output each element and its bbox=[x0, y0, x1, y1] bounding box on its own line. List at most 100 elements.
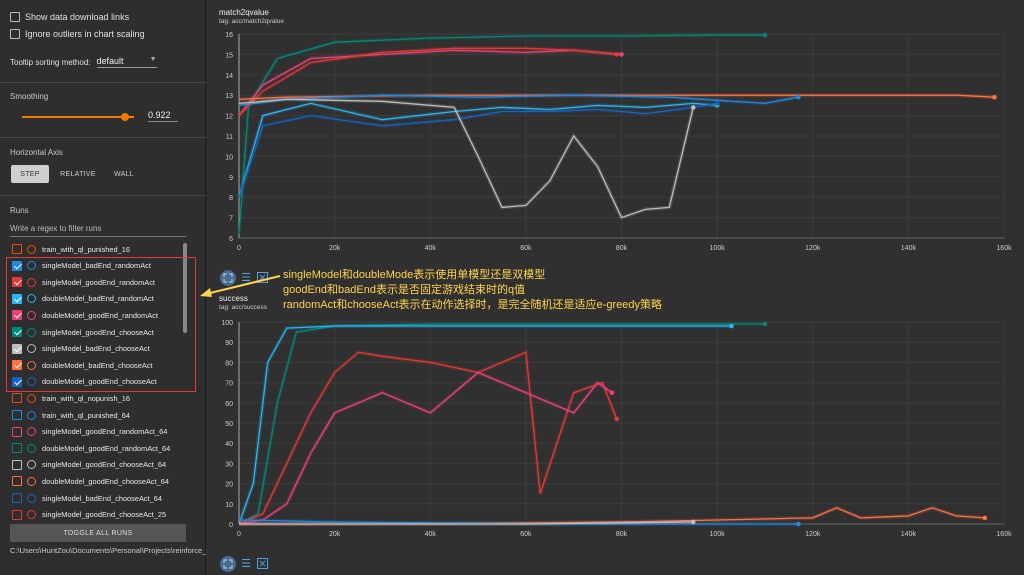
annotation-text: singleModel和doubleMode表示使用单模型还是双模型 goodE… bbox=[283, 268, 662, 313]
series-raw-line bbox=[237, 101, 718, 198]
run-item[interactable]: train_with_ql_nopunish_16 bbox=[12, 391, 130, 405]
x-tick-label: 100k bbox=[710, 531, 726, 538]
x-tick-label: 60k bbox=[520, 531, 532, 538]
chart2-tag: tag: acc/success bbox=[219, 304, 268, 311]
chart-match2qvalue[interactable]: 6 7 8 9 10 11 12 13 14 15 16 0 20k 40k 60k 80k 100k 120k 1… bbox=[207, 26, 1024, 270]
run-item[interactable]: singleModel_goodEnd_chooseAct_64 bbox=[12, 458, 166, 472]
y-tick-label: 80 bbox=[225, 360, 233, 367]
series-raw-line bbox=[237, 324, 732, 525]
highlight-box bbox=[6, 257, 196, 392]
run-checkbox[interactable] bbox=[12, 459, 22, 470]
x-tick-label: 60k bbox=[520, 245, 532, 252]
x-tick-label: 80k bbox=[616, 531, 628, 538]
smoothing-slider-track[interactable] bbox=[22, 116, 134, 118]
x-tick-label: 160k bbox=[996, 531, 1012, 538]
y-tick-label: 8 bbox=[229, 195, 233, 202]
y-tick-label: 13 bbox=[225, 93, 233, 100]
x-tick-label: 80k bbox=[616, 245, 628, 252]
run-item[interactable]: train_with_ql_punished_16 bbox=[12, 242, 130, 256]
y-tick-label: 0 bbox=[229, 522, 233, 529]
series-raw-line bbox=[238, 349, 619, 526]
run-name: doubleModel_goodEnd_randomAct_64 bbox=[42, 443, 171, 453]
run-name: singleModel_goodEnd_randomAct_64 bbox=[42, 427, 168, 437]
x-tick-label: 0 bbox=[237, 531, 241, 538]
x-tick-label: 40k bbox=[425, 245, 437, 252]
y-tick-label: 12 bbox=[225, 114, 233, 121]
sidebar: Show data download links Ignore outliers… bbox=[0, 0, 237, 575]
run-color-icon[interactable] bbox=[27, 443, 36, 453]
run-name: singleModel_badEnd_chooseAct_64 bbox=[42, 493, 162, 503]
list-icon[interactable]: ☰ bbox=[240, 558, 252, 570]
run-item[interactable]: doubleModel_goodEnd_randomAct_64 bbox=[12, 441, 170, 455]
x-tick-label: 120k bbox=[805, 245, 821, 252]
divider bbox=[0, 82, 206, 83]
logdir-path: C:\Users\HuntZou\Documents\Personal\Proj… bbox=[10, 546, 237, 555]
horizontal-axis-label: Horizontal Axis bbox=[10, 148, 63, 157]
x-tick-label: 160k bbox=[996, 245, 1012, 252]
series-end-point bbox=[982, 515, 988, 521]
y-tick-label: 15 bbox=[225, 52, 233, 59]
y-tick-label: 14 bbox=[225, 73, 233, 80]
y-tick-label: 30 bbox=[225, 461, 233, 468]
series-end-point bbox=[690, 519, 696, 525]
run-checkbox[interactable] bbox=[12, 509, 22, 520]
run-name: train_with_ql_punished_64 bbox=[42, 410, 130, 420]
y-tick-label: 20 bbox=[225, 482, 233, 489]
run-checkbox[interactable] bbox=[12, 426, 22, 437]
run-color-icon[interactable] bbox=[27, 476, 36, 486]
run-item[interactable]: singleModel_goodEnd_chooseAct_25 bbox=[12, 508, 166, 522]
tooltip-sorting-label: Tooltip sorting method: bbox=[10, 57, 91, 67]
tooltip-sorting-select[interactable]: default ▼ bbox=[96, 56, 157, 68]
smoothing-value-input[interactable]: 0.922 bbox=[148, 110, 178, 122]
run-name: singleModel_goodEnd_chooseAct_25 bbox=[42, 510, 167, 520]
run-color-icon[interactable] bbox=[27, 510, 36, 520]
run-checkbox[interactable] bbox=[12, 393, 22, 404]
x-tick-label: 120k bbox=[805, 531, 821, 538]
series-end-point bbox=[796, 94, 801, 100]
series-end-point bbox=[619, 52, 624, 57]
run-checkbox[interactable] bbox=[12, 244, 22, 254]
run-item[interactable]: doubleModel_goodEnd_chooseAct_64 bbox=[12, 474, 169, 488]
runs-filter-input[interactable]: Write a regex to filter runs bbox=[10, 224, 186, 237]
chart1-title: match2qvalue bbox=[219, 8, 269, 17]
run-checkbox[interactable] bbox=[12, 443, 22, 454]
axis-relative-button[interactable]: RELATIVE bbox=[56, 165, 100, 183]
run-name: singleModel_goodEnd_chooseAct_64 bbox=[42, 460, 167, 470]
divider bbox=[0, 195, 206, 196]
run-item[interactable]: train_with_ql_punished_64 bbox=[12, 408, 130, 422]
x-tick-label: 20k bbox=[329, 531, 341, 538]
axis-step-button[interactable]: STEP bbox=[11, 165, 49, 183]
y-tick-label: 10 bbox=[225, 154, 233, 161]
toggle-all-runs-button[interactable]: TOGGLE ALL RUNS bbox=[10, 524, 186, 542]
ignore-outliers-label: Ignore outliers in chart scaling bbox=[25, 29, 145, 39]
run-color-icon[interactable] bbox=[27, 410, 36, 420]
ignore-outliers-checkbox[interactable] bbox=[10, 29, 20, 39]
smoothing-slider-thumb[interactable] bbox=[121, 113, 130, 121]
run-color-icon[interactable] bbox=[27, 393, 36, 403]
run-checkbox[interactable] bbox=[12, 476, 22, 487]
y-tick-label: 6 bbox=[229, 236, 233, 243]
show-download-links-option[interactable]: Show data download links bbox=[10, 12, 129, 22]
expand-icon[interactable] bbox=[220, 556, 236, 572]
y-tick-label: 50 bbox=[225, 421, 233, 428]
y-tick-label: 9 bbox=[229, 175, 233, 182]
axis-wall-button[interactable]: WALL bbox=[107, 165, 141, 183]
run-color-icon[interactable] bbox=[27, 244, 36, 254]
series-raw-line bbox=[238, 322, 765, 526]
run-item[interactable]: singleModel_badEnd_chooseAct_64 bbox=[12, 491, 162, 505]
fit-domain-icon[interactable] bbox=[256, 558, 268, 570]
run-color-icon[interactable] bbox=[27, 460, 36, 470]
x-tick-label: 140k bbox=[901, 531, 917, 538]
run-item[interactable]: singleModel_goodEnd_randomAct_64 bbox=[12, 425, 167, 439]
run-color-icon[interactable] bbox=[27, 427, 36, 437]
y-tick-label: 16 bbox=[225, 32, 233, 39]
annotation-line: singleModel和doubleMode表示使用单模型还是双模型 bbox=[283, 269, 546, 281]
run-checkbox[interactable] bbox=[12, 410, 22, 420]
series-line bbox=[238, 323, 765, 525]
run-checkbox[interactable] bbox=[12, 493, 22, 503]
run-color-icon[interactable] bbox=[27, 493, 36, 503]
show-download-checkbox[interactable] bbox=[10, 12, 20, 22]
ignore-outliers-option[interactable]: Ignore outliers in chart scaling bbox=[10, 29, 145, 39]
chart-success[interactable]: 0 10 20 30 40 50 60 70 80 90 100 0 20k 40k 60k 80k 100k 1… bbox=[207, 314, 1024, 556]
series-end-point bbox=[714, 101, 720, 106]
